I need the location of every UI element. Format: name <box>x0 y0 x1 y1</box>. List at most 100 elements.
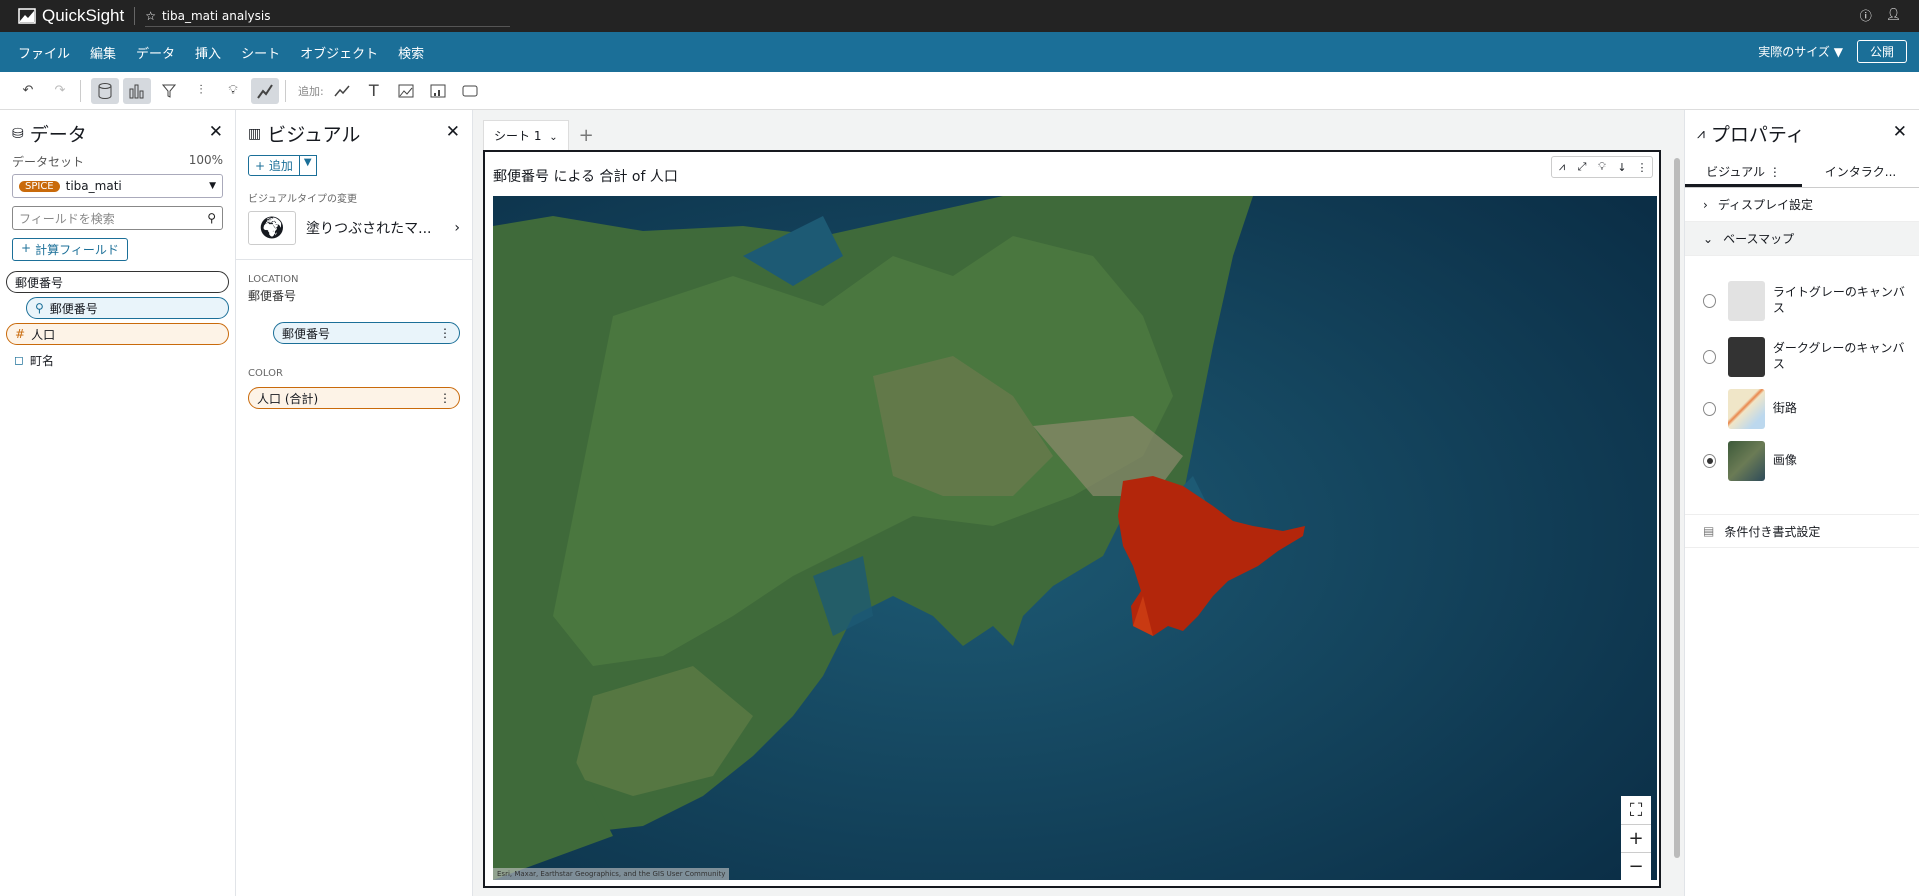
basemap-label: 街路 <box>1772 401 1797 416</box>
canvas-scrollbar[interactable] <box>1674 158 1680 858</box>
insights-icon[interactable]: 💡︎ <box>219 78 247 104</box>
help-icon[interactable]: ⓘ <box>1860 7 1872 24</box>
expand-icon[interactable]: ⤢ <box>1572 157 1592 177</box>
visual-title: 郵便番号 による 合計 of 人口 <box>493 169 678 185</box>
basemap-label: ライトグレーのキャンバス <box>1772 285 1905 315</box>
user-icon[interactable]: 👤︎ <box>1886 7 1901 24</box>
color-field-well[interactable]: 人口 (合計) ⋮ <box>248 387 460 409</box>
add-image-icon[interactable] <box>392 78 420 104</box>
basemap-option-imagery[interactable]: 画像 <box>1703 436 1911 486</box>
add-dropdown-button[interactable]: ▼ <box>299 155 317 176</box>
format-icon[interactable]: ⩘ <box>1552 157 1572 177</box>
close-icon[interactable]: ✕ <box>209 122 223 142</box>
tab-interaction[interactable]: インタラク... <box>1802 159 1919 187</box>
data-panel-icon[interactable] <box>91 77 119 104</box>
redo-icon[interactable]: ↷ <box>46 78 74 104</box>
menu-search[interactable]: 検索 <box>388 43 434 62</box>
menu-icon[interactable]: ⋮ <box>1632 157 1652 177</box>
more-icon[interactable]: ⋮ <box>439 326 451 340</box>
publish-button[interactable]: 公開 <box>1856 40 1907 63</box>
conditional-formatting-section[interactable]: ▤ 条件付き書式設定 <box>1685 514 1919 548</box>
menu-insert[interactable]: 挿入 <box>185 43 231 62</box>
fit-bounds-button[interactable]: ⛶ <box>1621 796 1651 824</box>
visual-panel-icon[interactable] <box>123 77 151 104</box>
field-label: 郵便番号 <box>49 301 98 316</box>
radio-button[interactable] <box>1703 454 1717 468</box>
location-well-label: LOCATION <box>248 274 299 285</box>
data-panel-title: データ <box>29 124 87 146</box>
add-control-icon[interactable] <box>456 78 484 104</box>
display-settings-section[interactable]: › ディスプレイ設定 <box>1685 188 1919 222</box>
field-population[interactable]: # 人口 <box>6 323 229 345</box>
basemap-option-light-gray[interactable]: ライトグレーのキャンバス <box>1703 276 1911 326</box>
location-field-well[interactable]: 郵便番号 ⋮ <box>273 322 460 344</box>
dimension-icon: ◻ <box>14 353 24 367</box>
add-label: 追加 <box>268 159 293 173</box>
section-label: ベースマップ <box>1723 232 1795 246</box>
add-visual-button[interactable]: + 追加 <box>248 155 300 176</box>
basemap-option-dark-gray[interactable]: ダークグレーのキャンバス <box>1703 332 1911 382</box>
basemap-section[interactable]: ⌄ ベースマップ <box>1685 222 1919 256</box>
field-postal-geo[interactable]: ⚲ 郵便番号 <box>26 297 229 319</box>
imagery-thumbnail <box>1728 441 1765 481</box>
chevron-down-icon: ▼ <box>209 181 216 191</box>
visual-type-selector[interactable]: 🌍︎ 塗りつぶされたマ... › <box>248 211 460 245</box>
add-text-icon[interactable]: T <box>360 78 388 104</box>
menu-data[interactable]: データ <box>126 43 185 62</box>
more-icon[interactable]: ⋮ <box>1769 165 1781 179</box>
globe-icon: 🌍︎ <box>248 211 296 245</box>
field-town[interactable]: ◻ 町名 <box>6 349 229 371</box>
plus-icon: + <box>255 159 266 173</box>
zoom-in-button[interactable]: + <box>1621 824 1651 852</box>
menu-sheet[interactable]: シート <box>231 43 290 62</box>
field-search-input[interactable]: フィールドを検索 ⚲ <box>12 206 223 230</box>
download-icon[interactable]: ↓ <box>1612 157 1632 177</box>
analysis-title-field[interactable]: ☆ tiba_mati analysis <box>145 5 511 27</box>
add-visual-icon[interactable] <box>328 78 356 104</box>
insight-icon[interactable]: 💡︎ <box>1592 157 1612 177</box>
zoom-out-button[interactable]: − <box>1621 852 1651 880</box>
sheet-canvas: シート 1 ⌄ + 郵便番号 による 合計 of 人口 ⩘ ⤢ 💡︎ ↓ ⋮ ⛶… <box>473 110 1684 896</box>
calc-field-label: 計算フィールド <box>35 243 119 257</box>
filter-icon[interactable] <box>155 78 183 104</box>
close-icon[interactable]: ✕ <box>1893 122 1907 142</box>
undo-icon[interactable]: ↶ <box>14 78 42 104</box>
radio-button[interactable] <box>1703 350 1717 364</box>
close-icon[interactable]: ✕ <box>446 122 460 142</box>
section-label: ディスプレイ設定 <box>1717 198 1813 212</box>
add-sheet-icon[interactable]: + <box>569 121 604 150</box>
basemap-option-streets[interactable]: 街路 <box>1703 384 1911 434</box>
spice-badge: SPICE <box>19 180 60 192</box>
menu-object[interactable]: オブジェクト <box>290 43 388 62</box>
visual-type-name: 塗りつぶされたマ... <box>306 221 432 237</box>
size-dropdown[interactable]: 実際のサイズ ▼ <box>1758 43 1843 60</box>
menu-edit[interactable]: 編集 <box>80 43 126 62</box>
dataset-label: データセット <box>12 155 85 169</box>
properties-icon: ⩘ <box>1697 125 1705 142</box>
color-well-label: COLOR <box>248 368 283 379</box>
radio-button[interactable] <box>1703 402 1717 416</box>
quicksight-logo[interactable]: QuickSight <box>18 6 124 26</box>
parameters-icon[interactable]: ⫶ <box>187 78 215 104</box>
tab-sheet-1[interactable]: シート 1 ⌄ <box>483 120 569 150</box>
map-visual[interactable]: 郵便番号 による 合計 of 人口 ⩘ ⤢ 💡︎ ↓ ⋮ ⛶ + − Esri,… <box>483 150 1661 888</box>
star-icon[interactable]: ☆ <box>145 9 156 23</box>
basemap-label: ダークグレーのキャンバス <box>1772 341 1905 371</box>
divider <box>134 7 136 25</box>
chevron-down-icon: ▼ <box>1833 45 1843 59</box>
dataset-name: tiba_mati <box>65 179 122 193</box>
chevron-right-icon: › <box>1703 197 1708 212</box>
add-calculated-field-button[interactable]: + 計算フィールド <box>12 238 128 261</box>
chevron-down-icon: ⌄ <box>549 132 558 143</box>
tab-visual[interactable]: ビジュアル ⋮ <box>1685 159 1802 187</box>
section-label: 条件付き書式設定 <box>1724 524 1821 539</box>
add-insight-icon[interactable] <box>424 78 452 104</box>
menu-file[interactable]: ファイル <box>8 43 80 62</box>
field-group-postal[interactable]: 郵便番号 <box>6 271 229 293</box>
dataset-select[interactable]: SPICE tiba_mati ▼ <box>12 174 223 198</box>
more-icon[interactable]: ⋮ <box>439 391 451 405</box>
map-attribution: Esri, Maxar, Earthstar Geographics, and … <box>493 868 730 880</box>
properties-icon[interactable] <box>251 77 279 104</box>
radio-button[interactable] <box>1703 294 1717 308</box>
map-canvas[interactable]: ⛶ + − Esri, Maxar, Earthstar Geographics… <box>493 196 1657 880</box>
